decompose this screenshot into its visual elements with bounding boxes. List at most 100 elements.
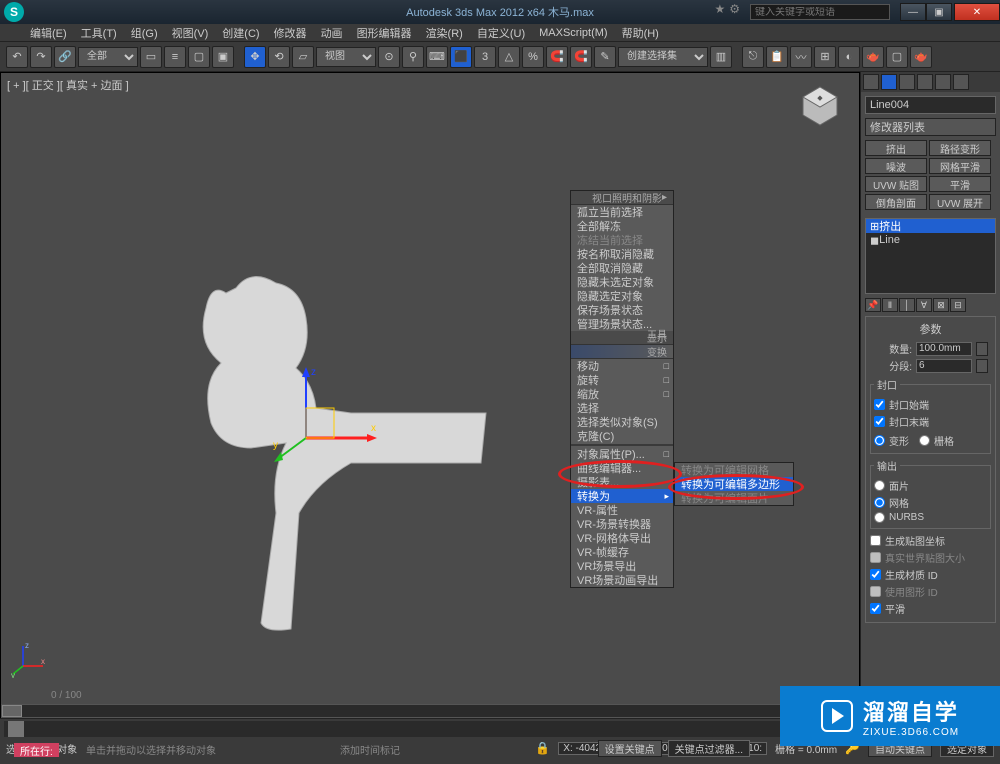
btn-meshsmooth[interactable]: 网格平滑 — [929, 158, 991, 174]
menu-group[interactable]: 组(G) — [131, 25, 158, 41]
utilities-tab[interactable] — [953, 74, 969, 90]
cm-save-scene-state[interactable]: 保存场景状态 — [571, 303, 673, 317]
btn-noise[interactable]: 噪波 — [865, 158, 927, 174]
sm-edit-poly[interactable]: 转换为可编辑多边形 — [675, 477, 793, 491]
object-name-field[interactable]: Line004 — [865, 96, 996, 114]
search-input[interactable] — [755, 7, 887, 18]
amount-spinner[interactable]: 100.0mm — [916, 342, 972, 356]
angle-snap-button[interactable]: 3 — [474, 46, 496, 68]
remove-mod-button[interactable]: ∀ — [916, 298, 932, 312]
render-button[interactable]: 🫖 — [910, 46, 932, 68]
show-end-button[interactable]: Ⅱ — [882, 298, 898, 312]
window-crossing-button[interactable]: ▣ — [212, 46, 234, 68]
cm-convert-to[interactable]: 转换为▸ — [571, 489, 673, 503]
help-search[interactable] — [750, 4, 890, 20]
cm-scale[interactable]: 缩放□ — [571, 387, 673, 401]
cm-vr-scene-anim-export[interactable]: VR场景动画导出 — [571, 573, 673, 587]
keyboard-shortcut-button[interactable]: ⌨ — [426, 46, 448, 68]
menu-animation[interactable]: 动画 — [321, 25, 343, 41]
configure-button[interactable]: ⊟ — [950, 298, 966, 312]
add-time-tag[interactable]: 添加时间标记 — [340, 742, 400, 757]
cm-vr-mesh-export[interactable]: VR-网格体导出 — [571, 531, 673, 545]
cm-clone[interactable]: 克隆(C) — [571, 429, 673, 443]
redo-button[interactable]: ↷ — [30, 46, 52, 68]
modify-tab[interactable] — [881, 74, 897, 90]
mirror-button[interactable]: ▥ — [710, 46, 732, 68]
align-button[interactable]: ⎋ — [742, 46, 764, 68]
viewcube[interactable]: ◆ — [797, 83, 843, 129]
hierarchy-tab[interactable] — [899, 74, 915, 90]
scroll-thumb[interactable] — [2, 705, 22, 717]
cap-start-check[interactable] — [874, 399, 885, 410]
cm-hide-sel[interactable]: 隐藏选定对象 — [571, 289, 673, 303]
segments-spinner[interactable]: 6 — [916, 359, 972, 373]
move-button[interactable]: ✥ — [244, 46, 266, 68]
select-region-button[interactable]: ▢ — [188, 46, 210, 68]
render-frame-button[interactable]: ▢ — [886, 46, 908, 68]
sets-button[interactable]: ⊠ — [933, 298, 949, 312]
maximize-button[interactable]: ▣ — [926, 3, 952, 21]
menu-help[interactable]: 帮助(H) — [622, 25, 659, 41]
material-editor-button[interactable]: ◐ — [838, 46, 860, 68]
sm-edit-mesh[interactable]: 转换为可编辑网格 — [675, 463, 793, 477]
edit-sel-button[interactable]: ✎ — [594, 46, 616, 68]
layer-button[interactable]: 📋 — [766, 46, 788, 68]
close-button[interactable]: ✕ — [954, 3, 1000, 21]
grid-radio[interactable] — [919, 435, 930, 446]
modifier-list[interactable]: 修改器列表 — [865, 118, 996, 136]
create-tab[interactable] — [863, 74, 879, 90]
setkey-button[interactable]: 设置关键点 — [598, 740, 662, 757]
scale-button[interactable]: ▱ — [292, 46, 314, 68]
link-button[interactable]: 🔗 — [54, 46, 76, 68]
viewport-label[interactable]: [ + ][ 正交 ][ 真实 + 边面 ] — [7, 77, 129, 93]
cm-rotate[interactable]: 旋转□ — [571, 373, 673, 387]
amount-spin-buttons[interactable] — [976, 342, 988, 356]
menu-edit[interactable]: 编辑(E) — [30, 25, 67, 41]
modifier-stack[interactable]: ⊞ 挤出 ◼ Line — [865, 218, 996, 294]
named-selection-set[interactable]: 创建选择集 — [618, 47, 708, 67]
cm-freeze-sel[interactable]: 冻结当前选择 — [571, 233, 673, 247]
minimize-button[interactable]: — — [900, 3, 926, 21]
percent-snap-button[interactable]: △ — [498, 46, 520, 68]
keyfilter-button[interactable]: 关键点过滤器... — [668, 740, 750, 757]
menu-maxscript[interactable]: MAXScript(M) — [539, 27, 607, 39]
selection-filter[interactable]: 全部 — [78, 47, 138, 67]
ref-coord-system[interactable]: 视图 — [316, 47, 376, 67]
morph-radio[interactable] — [874, 435, 885, 446]
manipulate-button[interactable]: ⚲ — [402, 46, 424, 68]
mesh-radio[interactable] — [874, 497, 885, 508]
gen-map-check[interactable] — [870, 535, 881, 546]
viewport-hscroll[interactable] — [1, 704, 859, 718]
patch-radio[interactable] — [874, 480, 885, 491]
cm-dope-sheet[interactable]: 摄影表... — [571, 475, 673, 489]
time-marker[interactable] — [8, 721, 24, 737]
cm-isolate[interactable]: 孤立当前选择 — [571, 205, 673, 219]
btn-uvwmap[interactable]: UVW 贴图 — [865, 176, 927, 192]
smooth-check[interactable] — [870, 603, 881, 614]
cm-unhide-all[interactable]: 全部取消隐藏 — [571, 261, 673, 275]
cm-unfreeze-all[interactable]: 全部解冻 — [571, 219, 673, 233]
pin-stack-button[interactable]: 📌 — [865, 298, 881, 312]
display-tab[interactable] — [935, 74, 951, 90]
rotate-button[interactable]: ⟲ — [268, 46, 290, 68]
star-icon[interactable]: ★ — [714, 2, 725, 16]
curve-editor-button[interactable]: 〰 — [790, 46, 812, 68]
cm-hide-unsel[interactable]: 隐藏未选定对象 — [571, 275, 673, 289]
cm-vr-props[interactable]: VR-属性 — [571, 503, 673, 517]
listener-tag[interactable]: 所在行: — [14, 743, 59, 757]
stack-item-extrude[interactable]: ⊞ 挤出 — [866, 219, 995, 233]
cm-vr-converter[interactable]: VR-场景转换器 — [571, 517, 673, 531]
motion-tab[interactable] — [917, 74, 933, 90]
btn-uvwunwrap[interactable]: UVW 展开 — [929, 194, 991, 210]
cap-end-check[interactable] — [874, 416, 885, 427]
cm-vr-scene-export[interactable]: VR场景导出 — [571, 559, 673, 573]
undo-button[interactable]: ↶ — [6, 46, 28, 68]
transform-gizmo[interactable]: z x y — [271, 363, 381, 478]
render-setup-button[interactable]: 🫖 — [862, 46, 884, 68]
spinner-snap-button[interactable]: % — [522, 46, 544, 68]
btn-bevelprofile[interactable]: 倒角剖面 — [865, 194, 927, 210]
select-object-button[interactable]: ▭ — [140, 46, 162, 68]
btn-smooth[interactable]: 平滑 — [929, 176, 991, 192]
gen-matid-check[interactable] — [870, 569, 881, 580]
btn-extrude[interactable]: 挤出 — [865, 140, 927, 156]
